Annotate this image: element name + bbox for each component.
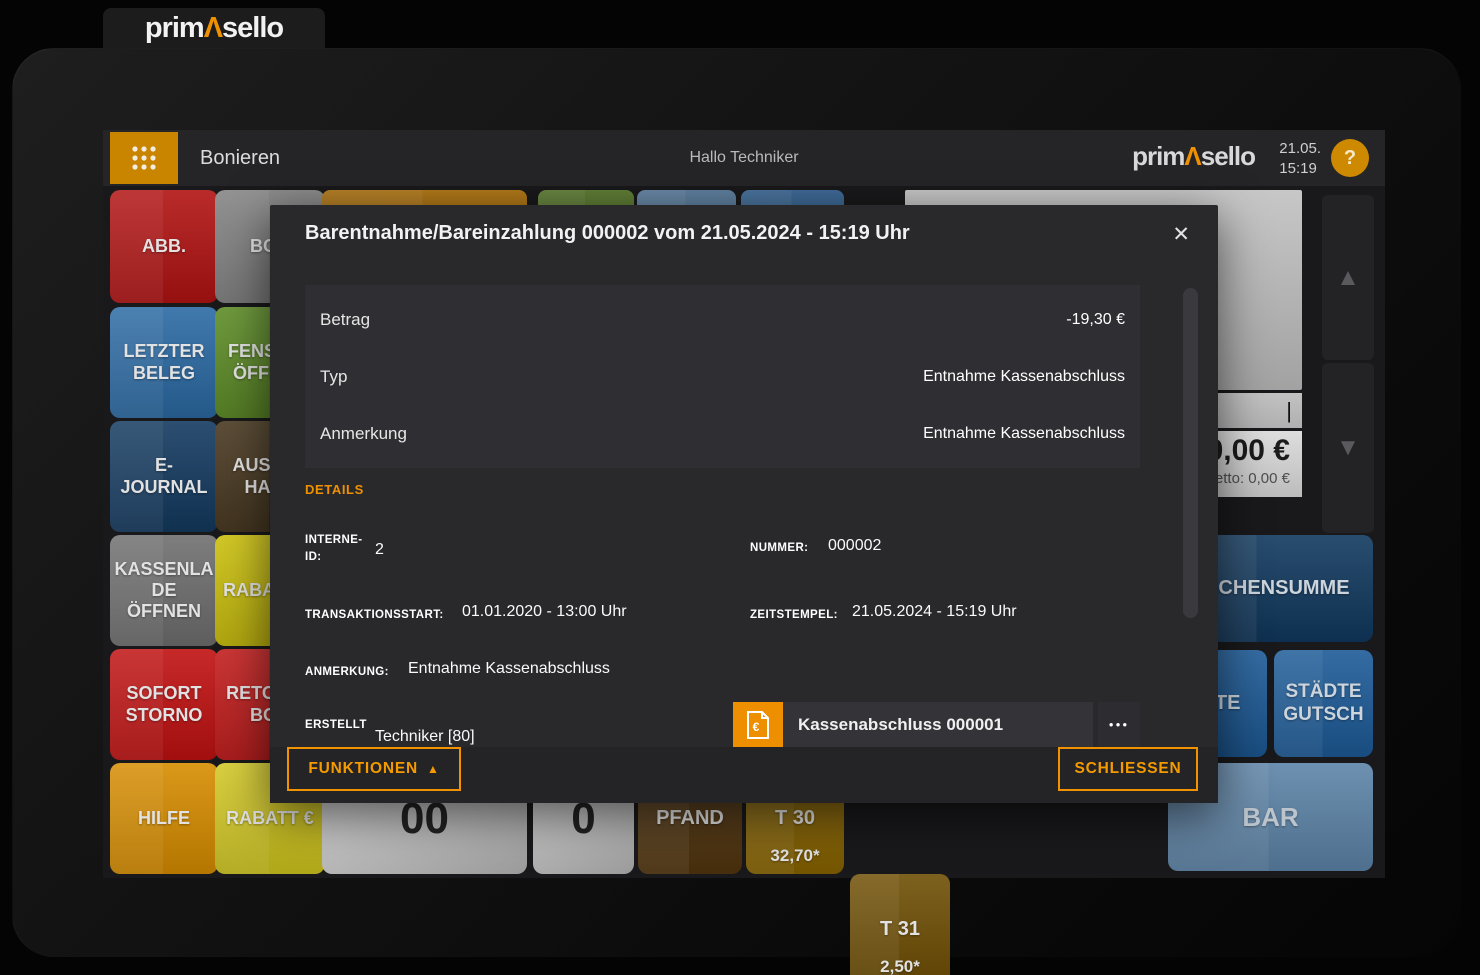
sidebar-button-abb[interactable]: ABB. [110,190,218,303]
field-label: Typ [320,366,348,386]
sidebar-button-kassenlade[interactable]: KASSENLADE ÖFFNEN [110,535,218,646]
header-bar: Bonieren Hallo Techniker primΛsello 21.0… [103,130,1385,186]
text-cursor: | [1286,397,1292,423]
arrow-down-icon: ▼ [1336,434,1360,461]
ellipsis-icon: ●●● [1108,720,1130,729]
dialog-body: Betrag -19,30 € Typ Entnahme Kassenabsch… [270,270,1218,747]
dialog-scrollbar[interactable] [1183,288,1198,618]
detail-value-zeitstempel: 21.05.2024 - 15:19 Uhr [852,603,1017,620]
field-label: Betrag [320,309,371,329]
summary-fields: Betrag -19,30 € Typ Entnahme Kassenabsch… [305,285,1140,468]
table-button-t31[interactable]: T 31 2,50* [850,874,950,975]
brand-logo-accent: Λ [203,11,223,44]
more-options-button[interactable]: ●●● [1098,702,1140,747]
detail-value-erstellt: Techniker [80] [375,728,475,745]
help-button[interactable]: ? [1331,139,1369,177]
cash-transaction-dialog: Barentnahme/Bareinzahlung 000002 vom 21.… [270,205,1218,803]
arrow-up-icon: ▲ [1336,263,1360,291]
detail-label-transaktionsstart: TRANSAKTIONSSTART: [305,609,444,621]
field-value: -19,30 € [1066,310,1125,328]
table-label: T 30 [774,806,816,829]
detail-value-nummer: 000002 [828,537,882,554]
details-heading: DETAILS [305,482,364,497]
user-greeting: Hallo Techniker [689,149,799,166]
detail-label-nummer: NUMMER: [750,542,809,554]
detail-value-anmerkung: Entnahme Kassenabschluss [408,660,610,677]
brand-logo: primΛsello [144,11,284,45]
scroll-up-button[interactable]: ▲ [1322,195,1374,360]
detail-label-erstellt: ERSTELLT [305,719,367,731]
detail-value-transaktionsstart: 01.01.2020 - 13:00 Uhr [462,603,627,620]
menu-button[interactable] [110,132,178,184]
header-logo-post: sello [1200,141,1256,171]
detail-value-interne-id: 2 [375,541,384,558]
table-amount: 2,50* [880,956,920,975]
detail-label-interne-id: INTERNE-ID: [305,534,363,564]
grid-menu-icon [132,146,156,170]
svg-text:€: € [753,720,760,734]
field-row-typ: Typ Entnahme Kassenabschluss [320,367,1125,387]
funktionen-label: FUNKTIONEN [308,760,418,777]
schliessen-button[interactable]: SCHLIESSEN [1058,747,1198,791]
close-icon[interactable]: ✕ [1168,218,1194,251]
field-label: Anmerkung [320,423,407,443]
sidebar-button-e-journal[interactable]: E-JOURNAL [110,421,218,532]
header-logo-pre: prim [1132,141,1185,171]
chevron-up-icon: ▲ [426,762,440,776]
field-value: Entnahme Kassenabschluss [923,424,1125,442]
brand-logo-post: sello [222,11,284,44]
page-title: Bonieren [200,147,281,169]
brand-logo-pre: prim [144,11,205,44]
staedte-gutschein-button[interactable]: STÄDTE GUTSCH [1274,650,1373,757]
screen: primΛsello Bonieren Hallo Techniker prim… [0,0,1480,975]
dialog-footer: FUNKTIONEN ▲ SCHLIESSEN [270,747,1218,803]
funktionen-button[interactable]: FUNKTIONEN ▲ [287,747,461,791]
dialog-title: Barentnahme/Bareinzahlung 000002 vom 21.… [305,222,910,244]
linked-document-item[interactable]: Kassenabschluss 000001 [783,702,1093,747]
field-row-anmerkung: Anmerkung Entnahme Kassenabschluss [320,424,1125,444]
sidebar-button-hilfe[interactable]: HILFE [110,763,218,874]
euro-document-icon: € [733,702,783,747]
header-logo-accent: Λ [1184,141,1201,171]
table-label: T 31 [879,917,921,940]
date-label: 21.05. [1279,140,1321,157]
datetime: 21.05. 15:19 [1279,139,1321,178]
detail-label-zeitstempel: ZEITSTEMPEL: [750,609,838,621]
field-value: Entnahme Kassenabschluss [923,367,1125,385]
scroll-down-button[interactable]: ▼ [1322,363,1374,533]
sidebar-button-sofort-storno[interactable]: SOFORT STORNO [110,649,218,760]
field-row-betrag: Betrag -19,30 € [320,310,1125,330]
schliessen-label: SCHLIESSEN [1074,760,1182,777]
header-brand-logo: primΛsello [1132,141,1256,172]
table-amount: 32,70* [770,845,820,865]
sidebar-button-letzter-beleg[interactable]: LETZTER BELEG [110,307,218,418]
time-label: 15:19 [1279,159,1317,177]
brand-tab: primΛsello [103,8,325,48]
detail-label-anmerkung: ANMERKUNG: [305,666,389,678]
